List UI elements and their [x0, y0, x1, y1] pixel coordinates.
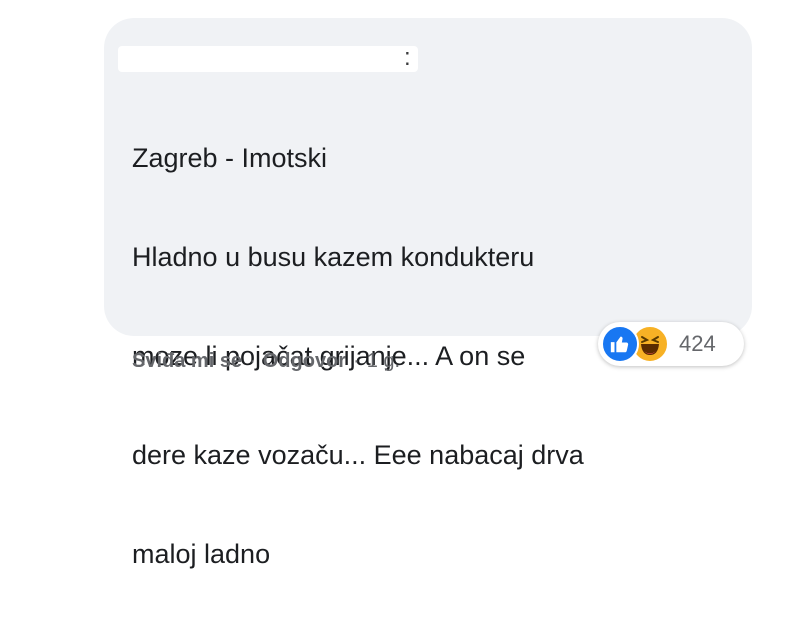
- comment-line: Hladno u busu kazem kondukteru: [132, 241, 535, 272]
- author-name-redaction: [118, 46, 418, 72]
- comment-line: dere kaze vozaču... Eee nabacaj drva: [132, 439, 584, 470]
- separator-dot: ·: [249, 350, 256, 372]
- comment-line: maloj ladno: [132, 538, 271, 569]
- comment-line: Zagreb - Imotski: [132, 142, 328, 173]
- reaction-count: 424: [679, 331, 716, 356]
- like-link[interactable]: Sviđa mi se: [132, 350, 242, 373]
- reactions-summary[interactable]: 424: [598, 322, 744, 366]
- separator-dot: ·: [353, 350, 360, 372]
- comment-actions: Sviđa mi se · Odgovor · 1 g.: [132, 350, 400, 373]
- like-icon: [601, 325, 639, 363]
- author-suffix: :: [404, 44, 411, 71]
- reply-link[interactable]: Odgovor: [263, 350, 346, 373]
- comment-timestamp[interactable]: 1 g.: [367, 350, 400, 373]
